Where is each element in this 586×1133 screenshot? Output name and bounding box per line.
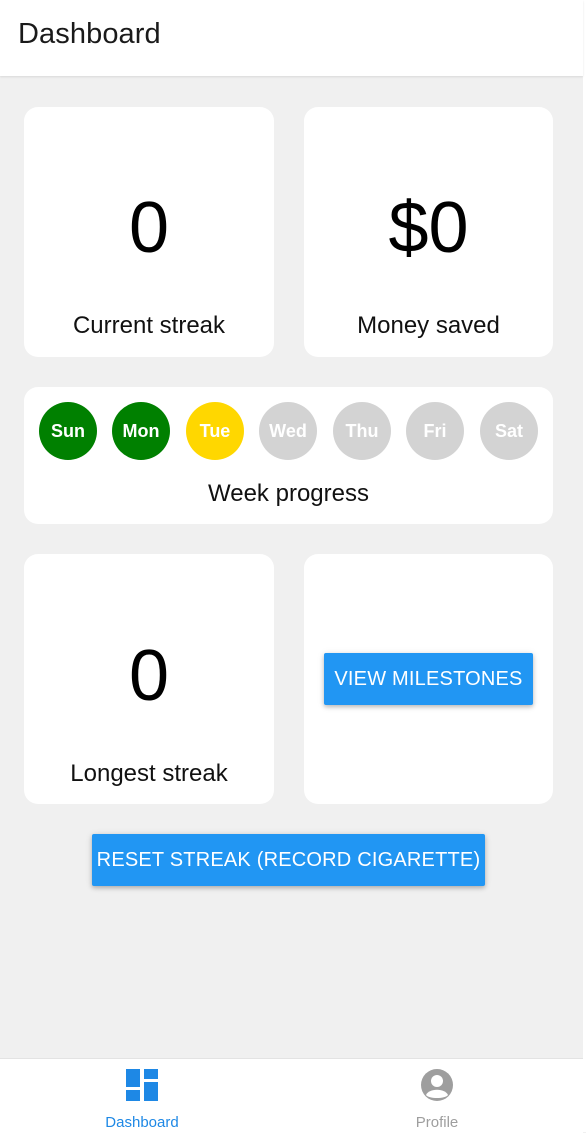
money-saved-card: $0 Money saved xyxy=(304,107,553,357)
tab-dashboard-label: Dashboard xyxy=(105,1114,179,1131)
bottom-tab-bar: Dashboard Profile xyxy=(0,1058,583,1133)
page-title: Dashboard xyxy=(18,18,161,50)
tab-profile-label: Profile xyxy=(415,1114,459,1131)
view-milestones-button[interactable]: VIEW MILESTONES xyxy=(324,653,533,705)
day-sun: Sun xyxy=(39,402,97,460)
app-header: Dashboard xyxy=(0,0,583,76)
current-streak-label: Current streak xyxy=(72,312,226,339)
day-mon: Mon xyxy=(112,402,170,460)
day-fri: Fri xyxy=(406,402,464,460)
longest-streak-value: 0 xyxy=(128,636,170,716)
tab-dashboard[interactable]: Dashboard xyxy=(42,1059,242,1133)
tab-profile[interactable]: Profile xyxy=(337,1059,537,1133)
money-saved-value: $0 xyxy=(388,188,469,268)
profile-icon xyxy=(421,1069,453,1101)
day-wed: Wed xyxy=(259,402,317,460)
longest-streak-card: 0 Longest streak xyxy=(24,554,274,804)
current-streak-card: 0 Current streak xyxy=(24,107,274,357)
current-streak-value: 0 xyxy=(128,188,170,268)
money-saved-label: Money saved xyxy=(357,312,500,339)
week-days: Sun Mon Tue Wed Thu Fri Sat xyxy=(39,402,539,460)
reset-streak-button[interactable]: RESET STREAK (RECORD CIGARETTE) xyxy=(92,834,485,886)
week-progress-label: Week progress xyxy=(208,480,369,507)
day-sat: Sat xyxy=(480,402,538,460)
milestones-card: VIEW MILESTONES xyxy=(304,554,553,804)
day-tue: Tue xyxy=(186,402,244,460)
day-thu: Thu xyxy=(333,402,391,460)
longest-streak-label: Longest streak xyxy=(70,760,228,787)
week-progress-card: Sun Mon Tue Wed Thu Fri Sat Week progres… xyxy=(24,387,553,524)
dashboard-icon xyxy=(126,1069,158,1101)
